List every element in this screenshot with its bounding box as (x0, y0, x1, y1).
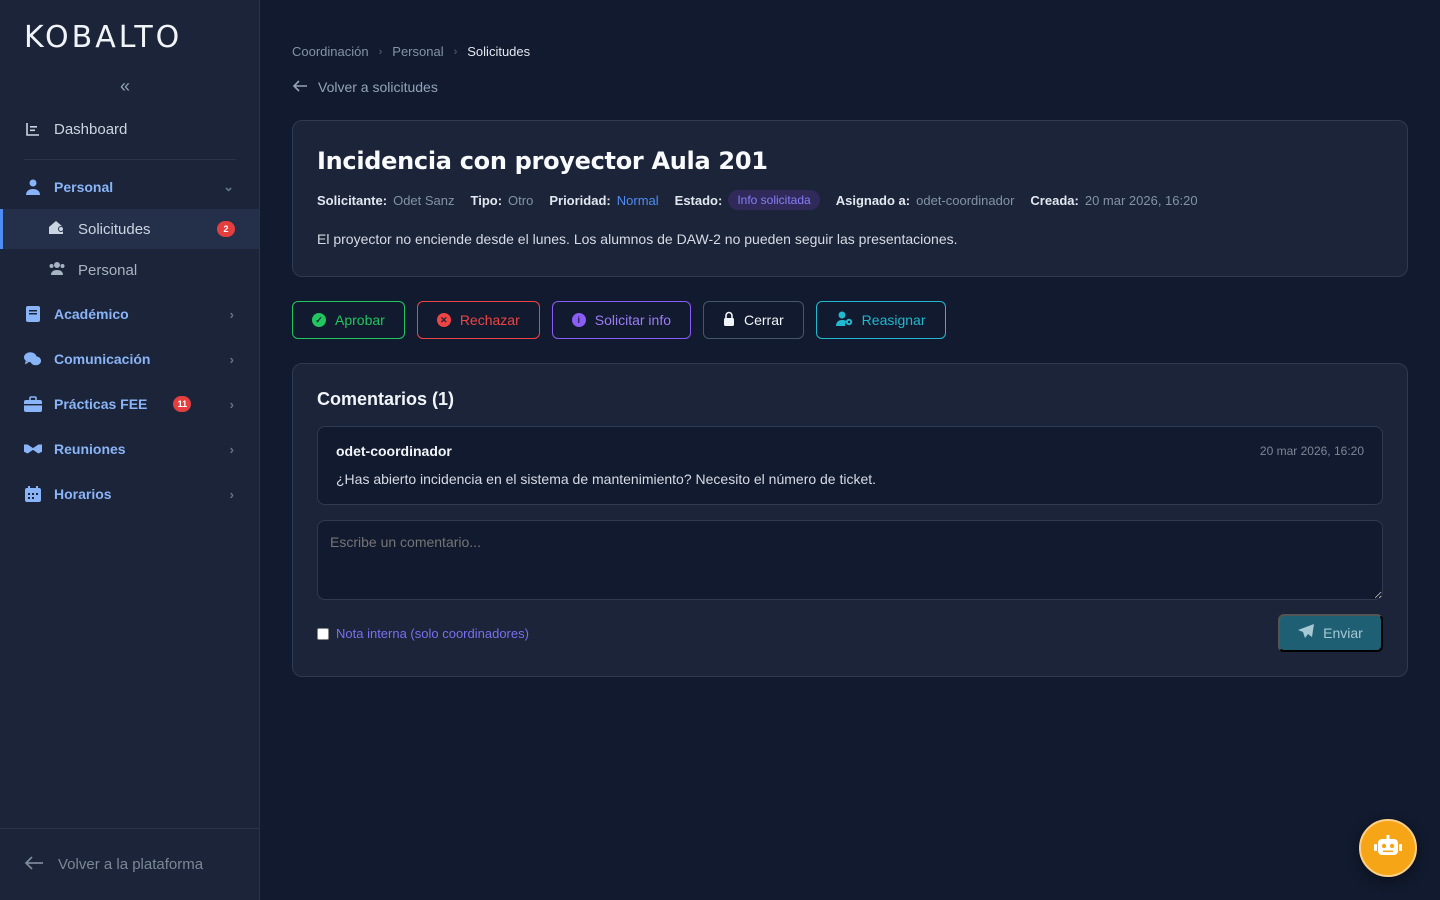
robot-icon (1374, 834, 1402, 862)
reject-button[interactable]: ✕ Rechazar (416, 301, 540, 339)
sidebar-group-label: Horarios (54, 486, 112, 502)
request-description: El proyector no enciende desde el lunes.… (317, 231, 958, 247)
user-icon (24, 178, 42, 196)
meta-label: Estado: (674, 192, 723, 208)
comment-date: 20 mar 2026, 16:20 (1259, 444, 1364, 458)
paper-plane-icon (1298, 624, 1315, 642)
collapse-sidebar-icon[interactable]: « (120, 76, 130, 97)
divider (24, 159, 236, 160)
chevron-right-icon: › (453, 45, 458, 58)
arrow-left-icon (24, 855, 44, 874)
assignee-value: odet-coordinador (916, 192, 1015, 208)
reassign-button[interactable]: Reasignar (815, 301, 946, 339)
breadcrumb-item-coordinacion[interactable]: Coordinación (292, 44, 369, 59)
comments-icon (24, 350, 42, 368)
back-to-requests-link[interactable]: Volver a solicitudes (292, 79, 438, 95)
book-icon (24, 305, 42, 323)
back-to-platform-link[interactable]: Volver a la plataforma (0, 828, 259, 900)
meta-label: Asignado a: (835, 192, 911, 208)
action-bar: ✓ Aprobar ✕ Rechazar i Solicitar info Ce… (292, 301, 946, 339)
meta-label: Prioridad: (549, 192, 611, 208)
type-value: Otro (508, 192, 534, 208)
internal-note-label: Nota interna (solo coordinadores) (336, 626, 529, 641)
chevron-right-icon: › (229, 486, 234, 502)
sidebar-group-personal[interactable]: Personal ⌄ (24, 178, 236, 196)
arrow-left-icon (292, 79, 308, 95)
sidebar-group-label: Comunicación (54, 351, 151, 367)
comment-input[interactable] (317, 520, 1383, 600)
button-label: Rechazar (459, 312, 520, 328)
comment-item: odet-coordinador 20 mar 2026, 16:20 ¿Has… (317, 426, 1383, 505)
button-label: Solicitar info (594, 312, 671, 328)
sidebar-item-label: Dashboard (54, 120, 128, 138)
sidebar-item-personal[interactable]: Personal (0, 250, 259, 290)
chevron-down-icon: ⌄ (223, 179, 234, 194)
briefcase-icon (24, 395, 42, 413)
sidebar-group-label: Académico (54, 306, 129, 322)
request-meta: Solicitante: Odet Sanz Tipo: Otro Priori… (317, 190, 1214, 210)
sidebar: KOBALTO « Dashboard Personal ⌄ Solicitud… (0, 0, 260, 900)
info-circle-icon: i (571, 313, 586, 327)
requester-value: Odet Sanz (393, 192, 455, 208)
x-circle-icon: ✕ (436, 313, 451, 327)
users-icon (48, 261, 66, 279)
button-label: Enviar (1323, 625, 1363, 641)
button-label: Reasignar (861, 312, 926, 328)
page-title: Incidencia con proyector Aula 201 (317, 147, 768, 175)
chevron-right-icon: › (229, 441, 234, 457)
check-circle-icon: ✓ (312, 313, 326, 327)
comments-card: Comentarios (1) odet-coordinador 20 mar … (292, 363, 1408, 677)
sidebar-group-comunicacion[interactable]: Comunicación › (24, 350, 236, 368)
chevron-right-icon: › (229, 396, 234, 412)
notification-badge: 2 (217, 221, 235, 237)
user-gear-icon (835, 311, 853, 329)
sidebar-item-label: Personal (78, 261, 138, 279)
dashboard-icon (24, 120, 42, 138)
assistant-bot-button[interactable] (1359, 819, 1417, 877)
send-button[interactable]: Enviar (1278, 614, 1383, 652)
back-to-platform-label: Volver a la plataforma (58, 856, 204, 873)
comment-text: ¿Has abierto incidencia en el sistema de… (336, 471, 877, 487)
meta-label: Tipo: (470, 192, 503, 208)
comments-title: Comentarios (1) (317, 389, 455, 409)
breadcrumb-item-personal[interactable]: Personal (392, 44, 443, 59)
sidebar-item-dashboard[interactable]: Dashboard (24, 120, 236, 138)
request-info-button[interactable]: i Solicitar info (551, 301, 691, 339)
calendar-icon (24, 485, 42, 503)
breadcrumb-item-current: Solicitudes (467, 44, 531, 59)
chevron-right-icon: › (229, 351, 234, 367)
sidebar-item-label: Solicitudes (78, 220, 151, 238)
sidebar-group-academico[interactable]: Académico › (24, 305, 236, 323)
sidebar-group-horarios[interactable]: Horarios › (24, 485, 236, 503)
created-value: 20 mar 2026, 16:20 (1084, 192, 1198, 208)
lock-icon (723, 311, 735, 329)
internal-note-toggle[interactable]: Nota interna (solo coordinadores) (317, 626, 529, 641)
back-link-label: Volver a solicitudes (318, 79, 438, 95)
chevron-right-icon: › (378, 45, 383, 58)
button-label: Aprobar (335, 312, 385, 328)
button-label: Cerrar (744, 312, 784, 328)
handshake-icon (24, 440, 42, 458)
request-card: Incidencia con proyector Aula 201 Solici… (292, 120, 1408, 277)
comment-author: odet-coordinador (336, 443, 452, 459)
house-user-icon (48, 219, 66, 239)
breadcrumb: Coordinación › Personal › Solicitudes (292, 44, 530, 59)
sidebar-item-solicitudes[interactable]: Solicitudes 2 (0, 209, 259, 249)
sidebar-group-label: Prácticas FEE (54, 396, 148, 412)
logo[interactable]: KOBALTO (24, 20, 182, 55)
approve-button[interactable]: ✓ Aprobar (292, 301, 405, 339)
notification-badge: 11 (173, 396, 192, 412)
chevron-right-icon: › (229, 306, 234, 322)
close-request-button[interactable]: Cerrar (703, 301, 804, 339)
sidebar-group-label: Reuniones (54, 441, 126, 457)
meta-label: Creada: (1030, 192, 1079, 208)
internal-note-checkbox[interactable] (317, 627, 329, 640)
sidebar-group-label: Personal (54, 179, 114, 195)
status-badge: Info solicitada (728, 190, 820, 210)
sidebar-group-reuniones[interactable]: Reuniones › (24, 440, 236, 458)
sidebar-group-practicas[interactable]: Prácticas FEE 11 › (24, 395, 236, 413)
priority-value: Normal (616, 192, 659, 208)
meta-label: Solicitante: (317, 192, 388, 208)
